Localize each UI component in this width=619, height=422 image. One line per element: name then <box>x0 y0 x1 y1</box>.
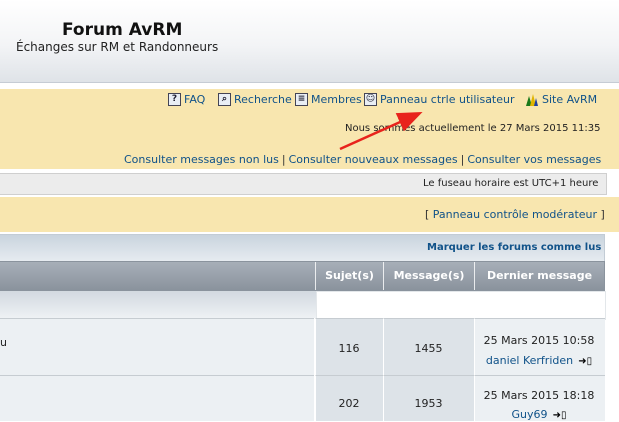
last-post-author-line: Guy69 ➜▯ <box>474 403 604 422</box>
members-label[interactable]: Membres <box>311 93 362 106</box>
view-latest-post-icon[interactable]: ➜▯ <box>553 410 567 421</box>
user-control-panel-link[interactable]: ☺ Panneau ctrle utilisateur <box>364 93 515 106</box>
members-link[interactable]: ≡ Membres <box>295 93 362 106</box>
posts-count: 1953 <box>414 397 443 410</box>
posts-count: 1455 <box>414 342 443 355</box>
timezone-text: Le fuseau horaire est UTC+1 heure <box>423 178 599 189</box>
last-post-date: 25 Mars 2015 10:58 <box>483 334 595 347</box>
category-row-cells <box>316 291 606 320</box>
column-header-last-post: Dernier message <box>486 269 593 282</box>
new-messages-link[interactable]: Consulter nouveaux messages <box>289 153 458 166</box>
site-title: Forum AvRM <box>62 20 183 40</box>
moderator-panel-line: [ Panneau contrôle modérateur ] <box>425 208 605 221</box>
forum-row-main[interactable] <box>0 318 314 375</box>
site-avrm-label[interactable]: Site AvRM <box>542 93 597 106</box>
site-logo-icon <box>525 93 539 106</box>
column-header-posts: Message(s) <box>393 269 465 282</box>
current-date: Nous sommes actuellement le 27 Mars 2015… <box>345 123 601 134</box>
last-post-author-line: daniel Kerfriden ➜▯ <box>474 349 604 368</box>
bracket-open: [ <box>425 208 430 221</box>
forum-description-fragment: u <box>0 336 7 349</box>
forum-row-main[interactable] <box>0 375 314 421</box>
search-icon: ⌕ <box>218 93 231 106</box>
column-header-topics: Sujet(s) <box>325 269 374 282</box>
site-avrm-link[interactable]: Site AvRM <box>525 93 597 106</box>
separator: | <box>281 153 286 166</box>
consult-links: Consulter messages non lus | Consulter nou… <box>124 153 601 166</box>
topics-count: 116 <box>338 342 360 355</box>
bracket-close: ] <box>600 208 605 221</box>
last-post-author[interactable]: daniel Kerfriden <box>486 354 573 367</box>
your-messages-link[interactable]: Consulter vos messages <box>467 153 601 166</box>
help-icon: ? <box>168 93 181 106</box>
topics-count: 202 <box>338 397 360 410</box>
unread-messages-link[interactable]: Consulter messages non lus <box>124 153 279 166</box>
last-post-date: 25 Mars 2015 18:18 <box>483 389 595 402</box>
moderator-control-panel-link[interactable]: Panneau contrôle modérateur <box>433 208 597 221</box>
search-link[interactable]: ⌕ Recherche <box>218 93 292 106</box>
faq-link[interactable]: ? FAQ <box>168 93 205 106</box>
members-list-icon: ≡ <box>295 93 308 106</box>
user-control-panel-label[interactable]: Panneau ctrle utilisateur <box>380 93 515 106</box>
search-label[interactable]: Recherche <box>234 93 292 106</box>
faq-label[interactable]: FAQ <box>184 93 205 106</box>
site-description: Échanges sur RM et Randonneurs <box>16 40 219 54</box>
user-icon: ☺ <box>364 93 377 106</box>
mark-forums-read-link[interactable]: Marquer les forums comme lus <box>427 242 601 253</box>
last-post-author[interactable]: Guy69 <box>512 408 548 421</box>
view-latest-post-icon[interactable]: ➜▯ <box>578 356 592 367</box>
separator: | <box>460 153 465 166</box>
